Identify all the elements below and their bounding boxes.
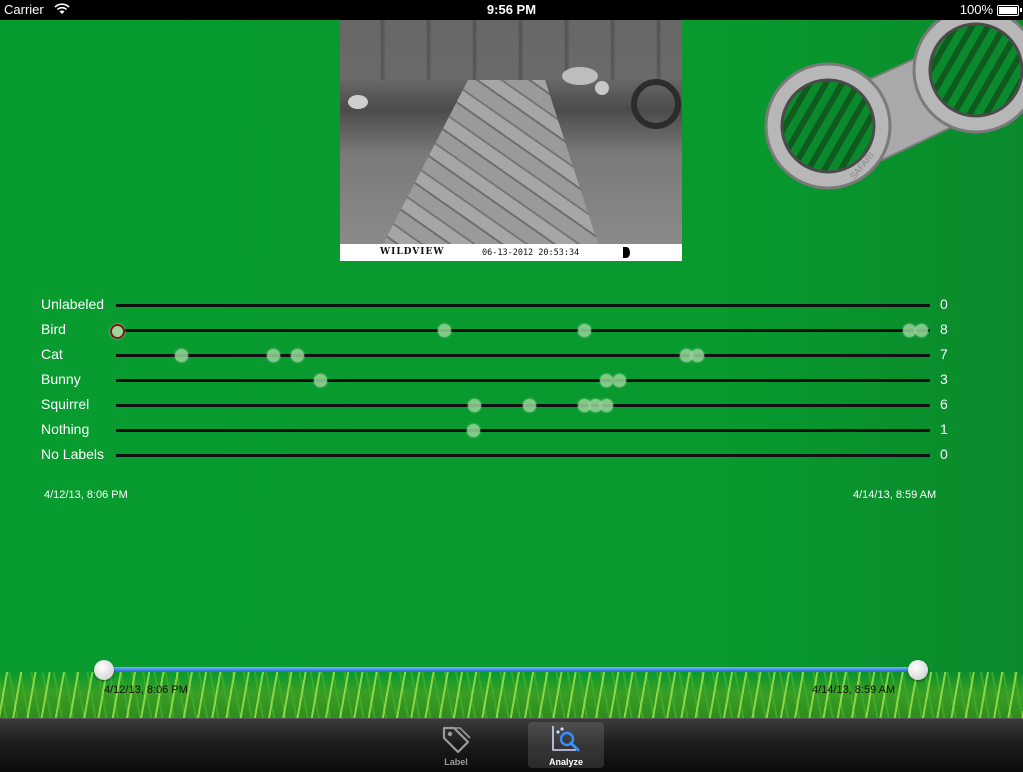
row-timeline-line: [116, 304, 930, 307]
photo-marker[interactable]: [612, 374, 626, 387]
photo-marker[interactable]: [291, 349, 305, 362]
range-end-label: 4/14/13, 8:59 AM: [812, 684, 896, 696]
photo-marker[interactable]: [690, 349, 704, 362]
tab-analyze[interactable]: Analyze: [528, 722, 604, 768]
analyze-icon: [552, 726, 580, 752]
row-count: 7: [940, 346, 948, 362]
row-timeline-line: [116, 454, 930, 457]
photo-marker[interactable]: [577, 324, 591, 337]
tag-icon: [442, 726, 471, 754]
battery-tip: [1020, 8, 1022, 12]
row-timeline-line: [116, 354, 930, 357]
battery-icon: [997, 5, 1019, 16]
photo-timestamp: 06-13-2012 20:53:34: [482, 248, 580, 258]
range-start-label: 4/12/13, 8:06 PM: [104, 684, 188, 696]
row-label: Bird: [41, 321, 66, 337]
row-label: Nothing: [41, 421, 90, 437]
photo-marker[interactable]: [468, 399, 482, 412]
tab-analyze-text: Analyze: [548, 757, 583, 767]
date-range-track[interactable]: [104, 667, 918, 672]
clock: 9:56 PM: [486, 2, 537, 17]
camera-photo[interactable]: WILDVIEW 06-13-2012 20:53:34: [340, 20, 682, 261]
row-count: 3: [940, 371, 948, 387]
photo-marker[interactable]: [600, 374, 614, 387]
photo-marker[interactable]: [915, 324, 929, 337]
range-end-knob[interactable]: [908, 660, 928, 680]
row-label: No Labels: [41, 446, 105, 462]
row-label: Cat: [41, 346, 63, 362]
row-count: 0: [940, 446, 948, 462]
tab-label[interactable]: Label: [418, 722, 494, 768]
photo-marker[interactable]: [600, 399, 614, 412]
row-timeline-line: [116, 429, 930, 432]
timeline-start-label: 4/12/13, 8:06 PM: [44, 489, 128, 501]
row-label: Bunny: [41, 371, 81, 387]
row-timeline-line: [116, 379, 930, 382]
photo-marker[interactable]: [903, 324, 917, 337]
photo-animal: [348, 67, 681, 129]
binoculars-logo: SAFARI: [764, 20, 1023, 190]
photo-marker[interactable]: [313, 374, 327, 387]
row-label: Squirrel: [41, 396, 90, 412]
row-count: 8: [940, 321, 948, 337]
row-count: 1: [940, 421, 948, 437]
status-bar: Carrier 9:56 PM 100%: [0, 0, 1023, 20]
photo-marker[interactable]: [437, 324, 451, 337]
range-start-knob[interactable]: [94, 660, 114, 680]
row-count: 6: [940, 396, 948, 412]
battery-percent: 100%: [959, 2, 993, 17]
moon-icon: [623, 247, 630, 258]
row-count: 0: [940, 296, 948, 312]
timeline-end-label: 4/14/13, 8:59 AM: [853, 489, 937, 501]
photo-marker-selected[interactable]: [109, 324, 125, 339]
label-timeline-chart: Unlabeled 0 Bird 8 Cat 7 Bunny 3 Squirrel 6 Nothin…: [0, 276, 1023, 476]
tab-label-text: Label: [444, 757, 468, 767]
photo-marker[interactable]: [466, 424, 480, 437]
camera-brand: WILDVIEW: [380, 247, 445, 257]
photo-marker[interactable]: [175, 349, 189, 362]
photo-caption: WILDVIEW 06-13-2012 20:53:34: [340, 244, 682, 261]
row-timeline-line: [116, 329, 930, 332]
photo-marker[interactable]: [523, 399, 536, 412]
tab-bar: Label Analyze: [0, 718, 1023, 772]
photo-marker[interactable]: [267, 349, 281, 362]
row-label: Unlabeled: [41, 296, 105, 312]
